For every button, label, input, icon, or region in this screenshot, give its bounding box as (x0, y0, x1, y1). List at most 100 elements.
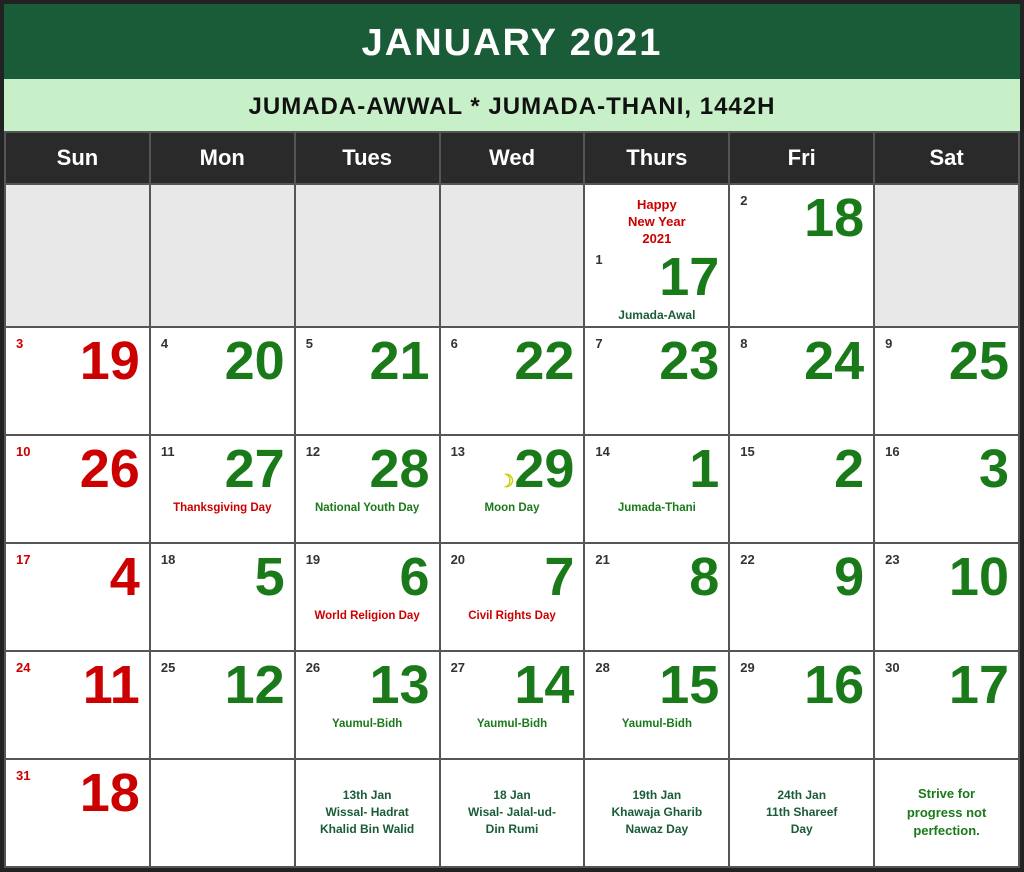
day-header-wed: Wed (441, 133, 586, 185)
day-cell-23: 2310 (875, 544, 1020, 652)
gregorian-num: 6 (451, 336, 458, 351)
day-cell-5: 521 (296, 328, 441, 436)
day-cell-10: 1026 (6, 436, 151, 544)
gregorian-num: 3 (16, 336, 23, 351)
day-cell-6: 622 (441, 328, 586, 436)
gregorian-num: 17 (16, 552, 30, 567)
hijri-num: 14 (446, 656, 579, 712)
gregorian-num: 13 (451, 444, 465, 459)
hijri-num: 6 (301, 548, 434, 604)
hijri-num: 4 (11, 548, 144, 604)
day-cell-28: 2815 Yaumul-Bidh (585, 652, 730, 760)
hijri-num: 26 (11, 440, 144, 496)
hijri-num: 18 (11, 764, 144, 820)
day-cell-21: 218 (585, 544, 730, 652)
hijri-num: 23 (590, 332, 723, 388)
note-cell: 19th Jan Khawaja Gharib Nawaz Day (585, 760, 730, 868)
happy-new-year-note: Happy New Year 2021 (590, 197, 723, 248)
hijri-num: 8 (590, 548, 723, 604)
day-cell-13: 13☽29 Moon Day (441, 436, 586, 544)
day-cell-27: 2714 Yaumul-Bidh (441, 652, 586, 760)
hijri-num: 13 (301, 656, 434, 712)
note-text: 18 Jan Wisal- Jalal-ud- Din Rumi (468, 787, 556, 837)
note-text: 13th Jan Wissal- Hadrat Khalid Bin Walid (320, 787, 414, 837)
strive-text: Strive for progress not perfection. (907, 785, 986, 840)
gregorian-num: 4 (161, 336, 168, 351)
day-cell-16: 163 (875, 436, 1020, 544)
hijri-num: 1 (590, 440, 723, 496)
event-label: Yaumul-Bidh (590, 718, 723, 730)
day-cell-11: 1127 Thanksgiving Day (151, 436, 296, 544)
gregorian-num: 25 (161, 660, 175, 675)
gregorian-num: 23 (885, 552, 899, 567)
event-label: Yaumul-Bidh (446, 718, 579, 730)
hijri-num: 22 (446, 332, 579, 388)
day-cell-15: 152 (730, 436, 875, 544)
day-cell-25: 2512 (151, 652, 296, 760)
hijri-num: 12 (156, 656, 289, 712)
hijri-num: 21 (301, 332, 434, 388)
gregorian-num: 10 (16, 444, 30, 459)
gregorian-num: 2 (740, 193, 747, 208)
event-label: Yaumul-Bidh (301, 718, 434, 730)
note-cell (151, 760, 296, 868)
empty-cell (151, 185, 296, 328)
gregorian-num: 12 (306, 444, 320, 459)
hijri-num: 24 (735, 332, 868, 388)
gregorian-num: 28 (595, 660, 609, 675)
event-label: World Religion Day (301, 610, 434, 622)
month-header: JANUARY 2021 (4, 4, 1020, 79)
day-header-sun: Sun (6, 133, 151, 185)
day-cell-1: Happy New Year 2021117Jumada-Awal (585, 185, 730, 328)
event-label: Moon Day (446, 502, 579, 514)
empty-cell (875, 185, 1020, 328)
calendar: JANUARY 2021 JUMADA-AWWAL * JUMADA-THANI… (0, 0, 1024, 872)
gregorian-num: 15 (740, 444, 754, 459)
hijri-num: 17 (880, 656, 1013, 712)
strive-cell: Strive for progress not perfection. (875, 760, 1020, 868)
day-cell-20: 207 Civil Rights Day (441, 544, 586, 652)
day-header-tues: Tues (296, 133, 441, 185)
day-cell-29: 2916 (730, 652, 875, 760)
day-cell-18: 185 (151, 544, 296, 652)
hijri-num: 9 (735, 548, 868, 604)
event-label: Thanksgiving Day (156, 502, 289, 514)
gregorian-num: 16 (885, 444, 899, 459)
event-label: Civil Rights Day (446, 610, 579, 622)
day-header-mon: Mon (151, 133, 296, 185)
day-cell-7: 723 (585, 328, 730, 436)
gregorian-num: 18 (161, 552, 175, 567)
event-label: Jumada-Thani (590, 502, 723, 514)
calendar-grid: SunMonTuesWedThursFriSat Happy New Year 2… (4, 131, 1020, 868)
gregorian-num: 26 (306, 660, 320, 675)
hijri-num: 27 (156, 440, 289, 496)
gregorian-num: 21 (595, 552, 609, 567)
day-header-fri: Fri (730, 133, 875, 185)
hijri-num: 15 (590, 656, 723, 712)
empty-cell (6, 185, 151, 328)
day-cell-19: 196World Religion Day (296, 544, 441, 652)
gregorian-num: 7 (595, 336, 602, 351)
gregorian-num: 27 (451, 660, 465, 675)
gregorian-num: 29 (740, 660, 754, 675)
day-cell-14: 141Jumada-Thani (585, 436, 730, 544)
hijri-num: 3 (880, 440, 1013, 496)
hijri-num: 10 (880, 548, 1013, 604)
note-cell: 24th Jan 11th Shareef Day (730, 760, 875, 868)
hijri-num: 20 (156, 332, 289, 388)
hijri-num: 7 (446, 548, 579, 604)
day-header-thurs: Thurs (585, 133, 730, 185)
day-cell-22: 229 (730, 544, 875, 652)
hijri-num: 11 (11, 656, 144, 712)
day-header-sat: Sat (875, 133, 1020, 185)
gregorian-num: 5 (306, 336, 313, 351)
hijri-num: ☽29 (446, 440, 579, 496)
gregorian-num: 11 (161, 444, 175, 459)
hijri-num: 28 (301, 440, 434, 496)
day-cell-9: 925 (875, 328, 1020, 436)
gregorian-num: 20 (451, 552, 465, 567)
day-cell-4: 420 (151, 328, 296, 436)
empty-cell (441, 185, 586, 328)
gregorian-num: 22 (740, 552, 754, 567)
gregorian-num: 31 (16, 768, 30, 783)
